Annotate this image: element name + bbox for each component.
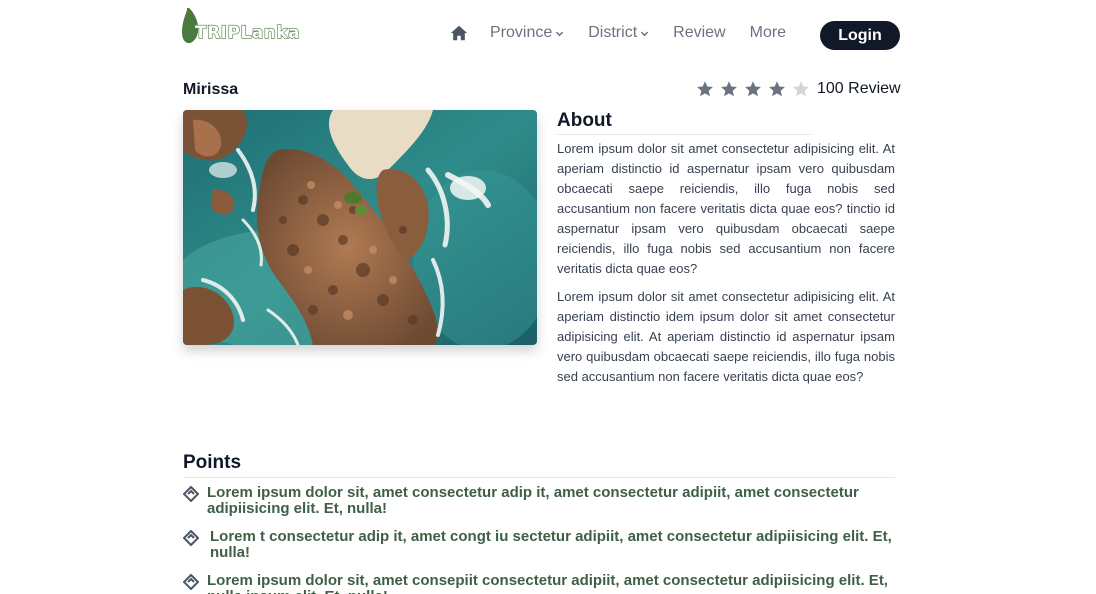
chevron-down-icon [640,31,649,36]
nav-item-label: More [749,24,787,41]
place-photo [183,110,537,345]
list-item: Lorem ipsum dolor sit, amet consepiit co… [183,573,895,594]
login-button[interactable]: Login [820,21,900,50]
site-logo[interactable]: TRIPLanka [181,6,300,46]
nav-item-more[interactable]: More [750,24,786,42]
chevron-down-icon [556,31,564,36]
page-title: Mirissa [183,81,239,98]
nav-item-district[interactable]: District [588,24,649,42]
star-rating: 100 Review [696,80,901,98]
nav-item-label: District [588,24,638,41]
point-text: Lorem t consectetur adip it, amet congt … [210,528,892,561]
star-empty-icon [793,81,809,97]
point-text: Lorem ipsum dolor sit, amet consectetur … [207,484,859,517]
nav-item-label: Province [490,24,553,41]
diamond-arrow-icon [183,574,199,590]
star-filled-icon [721,81,737,97]
logo-text: TRIPLanka [194,22,301,43]
point-text: Lorem ipsum dolor sit, amet consepiit co… [207,572,888,594]
star-filled-icon [745,81,761,97]
about-paragraph: Lorem ipsum dolor sit amet consectetur a… [557,141,895,276]
about-paragraph: Lorem ipsum dolor sit amet consectetur a… [557,289,895,384]
nav-item-province[interactable]: Province [490,24,564,42]
home-icon[interactable] [450,24,468,42]
main-nav: Province District Review More [450,24,810,42]
review-count[interactable]: 100 Review [817,80,901,98]
about-heading: About [557,110,811,135]
diamond-arrow-icon [183,486,199,502]
diamond-arrow-icon [183,530,199,546]
star-filled-icon [697,81,713,97]
nav-item-label: Review [673,24,726,41]
nav-item-review[interactable]: Review [673,24,725,42]
star-filled-icon [769,81,785,97]
list-item: Lorem ipsum dolor sit, amet consectetur … [183,485,895,517]
list-item: Lorem t consectetur adip it, amet congt … [183,529,895,561]
aerial-coast-image [183,110,537,345]
points-heading: Points [183,452,895,478]
